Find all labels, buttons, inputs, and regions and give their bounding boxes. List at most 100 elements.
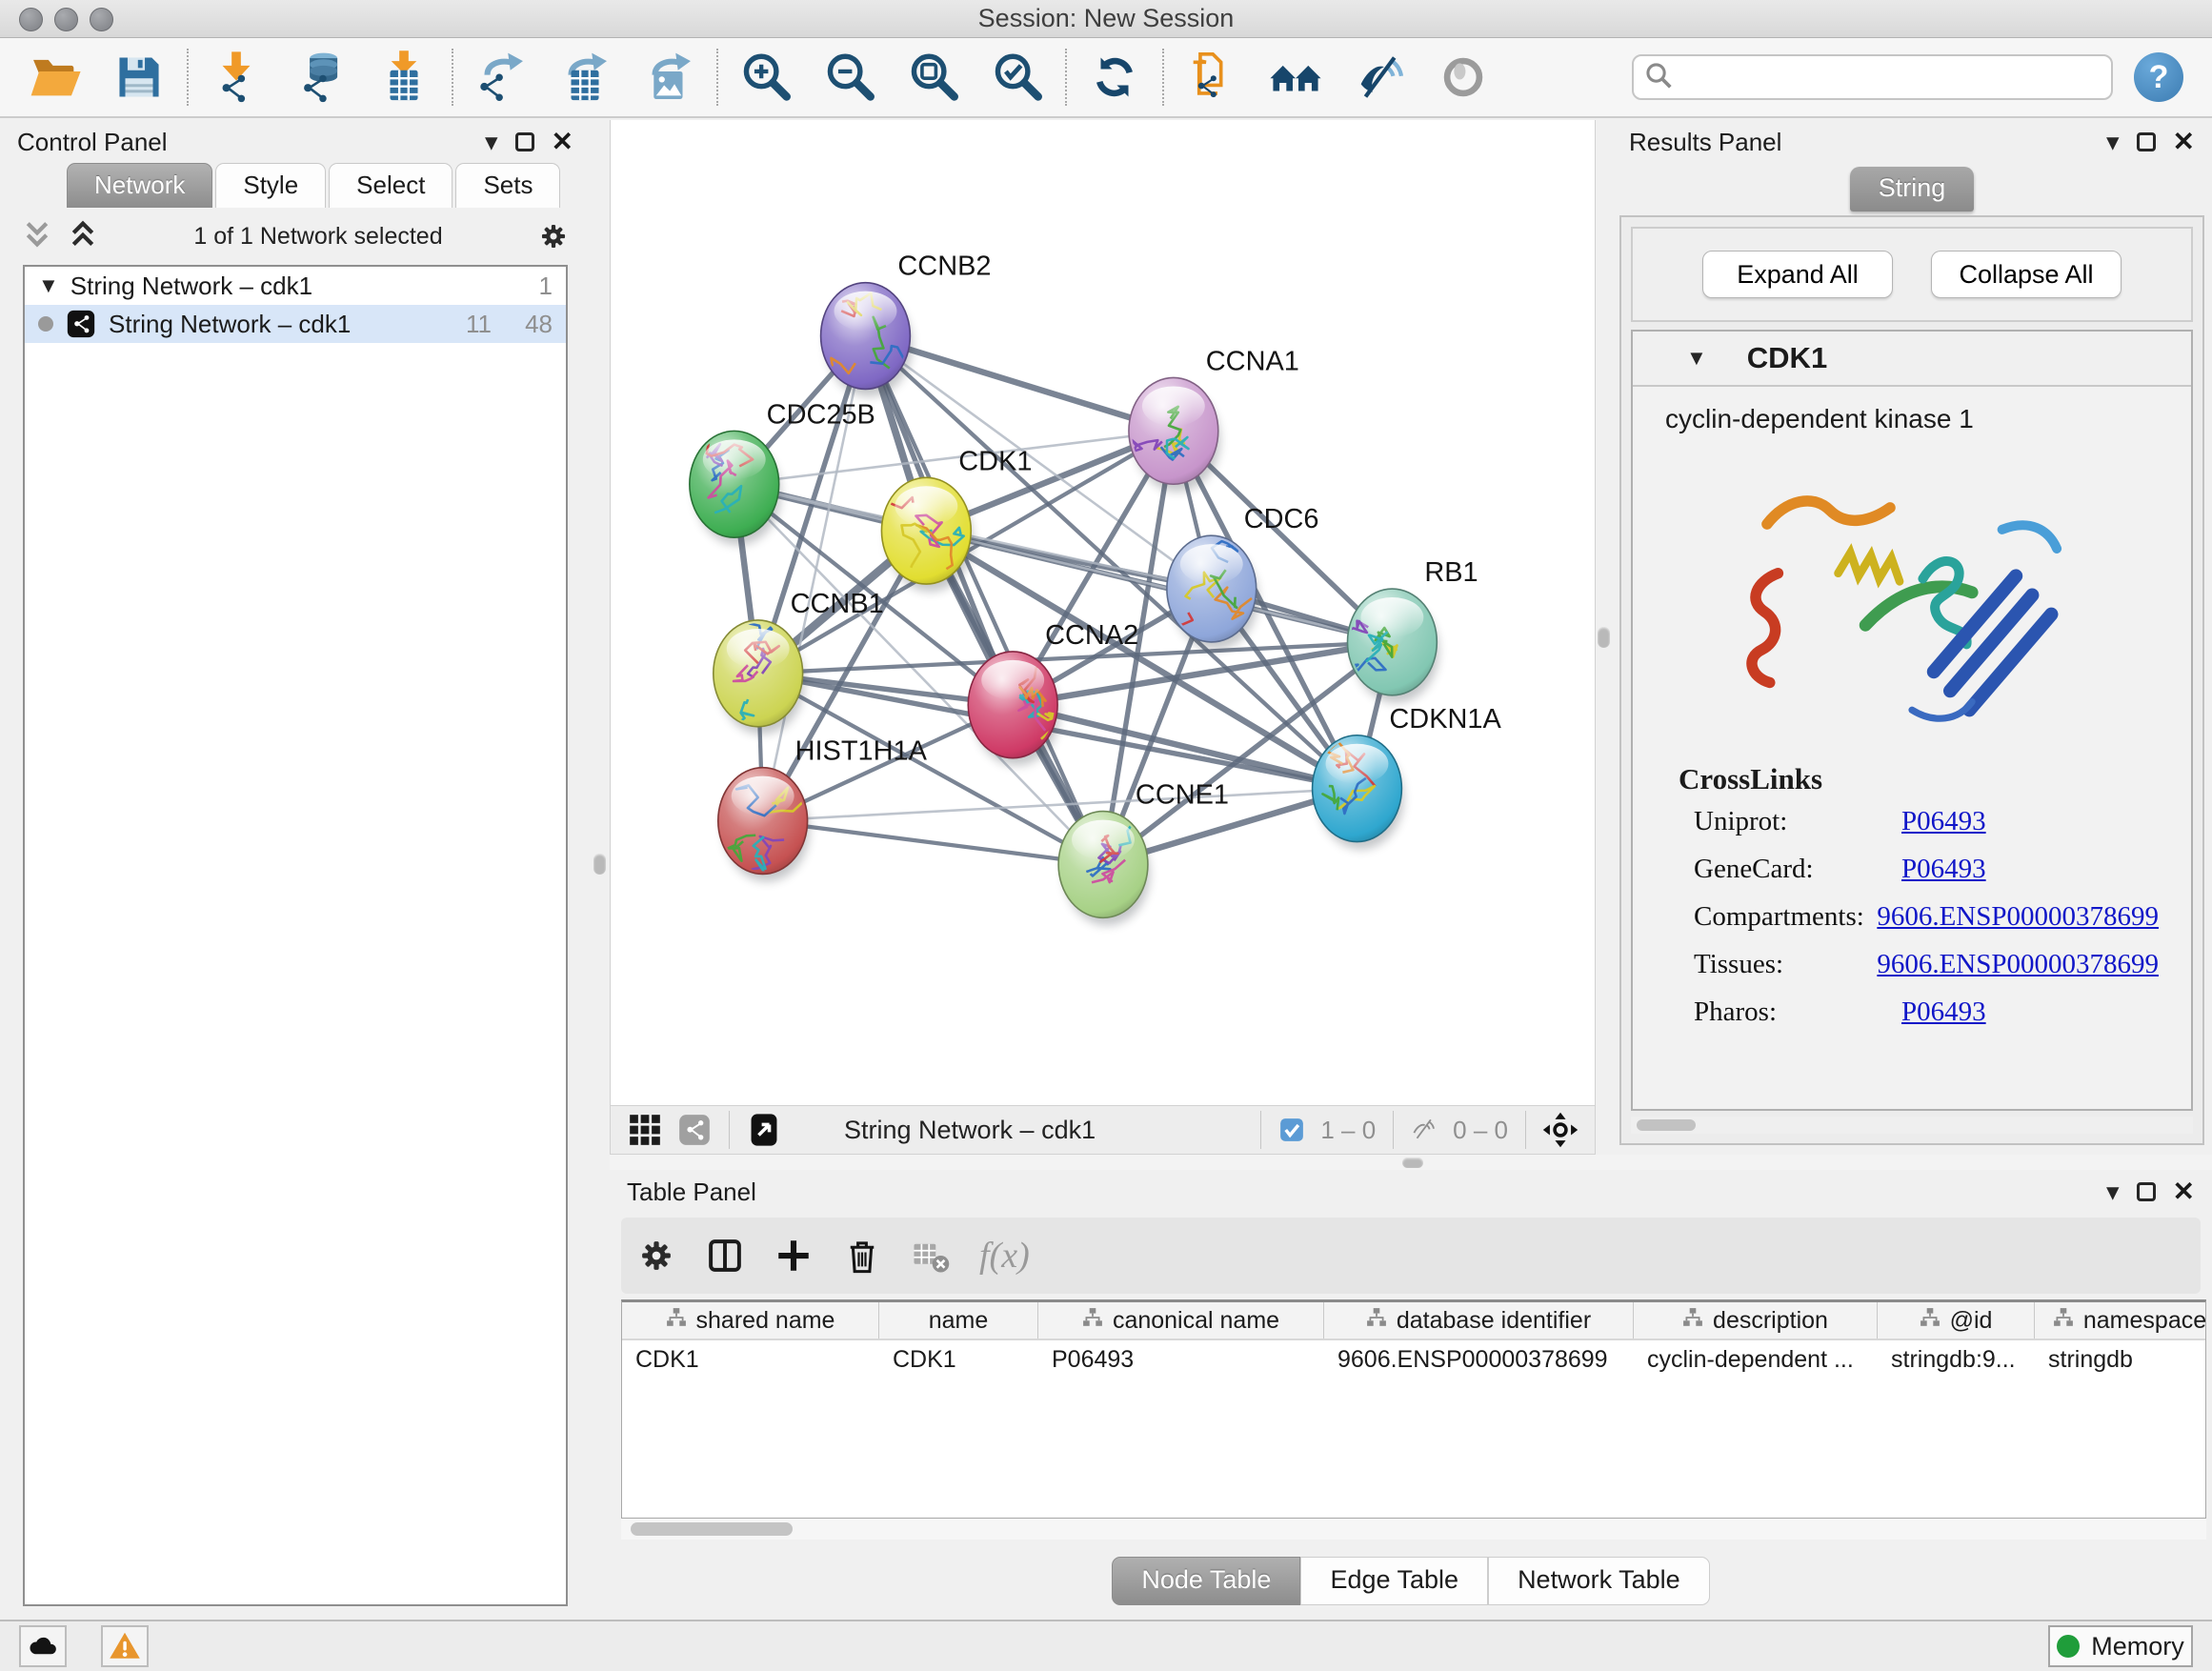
delete-column-icon[interactable]: [842, 1236, 882, 1276]
search-input[interactable]: [1674, 58, 2101, 96]
grid-view-icon[interactable]: [627, 1112, 663, 1148]
tab-network-table[interactable]: Network Table: [1488, 1557, 1710, 1605]
left-splitter[interactable]: [591, 120, 610, 1620]
column-label: @id: [1950, 1307, 1993, 1335]
expand-all-networks-icon[interactable]: [67, 220, 99, 252]
network-options-gear-icon[interactable]: [537, 220, 570, 252]
crosslink-link[interactable]: 9606.ENSP00000378699: [1877, 901, 2159, 933]
expand-all-button[interactable]: Expand All: [1702, 251, 1893, 298]
node-table[interactable]: shared namenamecanonical namedatabase id…: [621, 1299, 2206, 1519]
cloud-status-button[interactable]: [19, 1625, 67, 1667]
title-bar[interactable]: Session: New Session: [0, 0, 2212, 38]
home-button[interactable]: [1254, 44, 1337, 111]
export-table-button[interactable]: [543, 44, 627, 111]
close-window-button[interactable]: [19, 8, 43, 31]
import-network-database-button[interactable]: [278, 44, 362, 111]
show-hidden-button[interactable]: [1421, 44, 1505, 111]
table-row[interactable]: CDK1CDK1P064939606.ENSP00000378699cyclin…: [622, 1340, 2205, 1379]
entry-collapse-icon[interactable]: ▼: [1686, 348, 1707, 369]
panel-close-icon[interactable]: ✕: [2173, 1178, 2195, 1205]
network-overview-icon[interactable]: [676, 1112, 713, 1148]
bottom-splitter[interactable]: [610, 1155, 2212, 1170]
results-scrollbar-handle[interactable]: [1637, 1119, 1696, 1131]
panel-close-icon[interactable]: ✕: [552, 129, 573, 155]
network-row[interactable]: String Network – cdk1 11 48: [25, 305, 566, 343]
warnings-button[interactable]: [101, 1625, 149, 1667]
network-node-CCNE1[interactable]: CCNE1: [1058, 780, 1229, 926]
crosslink-link[interactable]: P06493: [1901, 997, 1986, 1028]
collapse-all-networks-icon[interactable]: [21, 220, 53, 252]
network-node-CCNB1[interactable]: CCNB1: [714, 589, 884, 735]
tab-edge-table[interactable]: Edge Table: [1300, 1557, 1488, 1605]
table-scrollbar-handle[interactable]: [631, 1522, 793, 1536]
panel-menu-icon[interactable]: ▾: [2106, 1179, 2120, 1205]
zoom-in-button[interactable]: [724, 44, 808, 111]
column-header-description[interactable]: description: [1634, 1302, 1878, 1339]
collapse-all-button[interactable]: Collapse All: [1931, 251, 2122, 298]
maximize-window-button[interactable]: [90, 8, 113, 31]
crosslink-link[interactable]: 9606.ENSP00000378699: [1877, 949, 2159, 980]
panel-menu-icon[interactable]: ▾: [485, 130, 498, 155]
zoom-selected-button[interactable]: [975, 44, 1059, 111]
splitter-handle[interactable]: [1402, 1158, 1423, 1168]
zoom-fit-button[interactable]: [892, 44, 975, 111]
selected-checkbox-icon[interactable]: [1277, 1116, 1306, 1144]
help-button[interactable]: ?: [2134, 52, 2183, 102]
tab-network[interactable]: Network: [67, 163, 212, 208]
add-column-icon[interactable]: [774, 1236, 814, 1276]
panel-menu-icon[interactable]: ▾: [2106, 130, 2120, 155]
network-node-CDC6[interactable]: CDC6: [1158, 504, 1318, 650]
network-label: String Network – cdk1: [109, 310, 351, 339]
fit-selected-icon[interactable]: [1542, 1112, 1579, 1148]
column-header-canonical-name[interactable]: canonical name: [1038, 1302, 1324, 1339]
column-header--id[interactable]: @id: [1878, 1302, 2035, 1339]
right-splitter[interactable]: [1596, 120, 1612, 1155]
splitter-handle[interactable]: [593, 854, 606, 875]
tab-select[interactable]: Select: [329, 163, 452, 208]
results-scrollbar-track[interactable]: [1631, 1117, 2193, 1134]
network-collection-row[interactable]: ▼ String Network – cdk1 1: [25, 267, 566, 305]
gene-entry-header[interactable]: ▼ CDK1: [1633, 332, 2191, 387]
column-header-namespace[interactable]: namespace: [2035, 1302, 2206, 1339]
network-node-RB1[interactable]: RB1: [1346, 557, 1478, 703]
table-options-gear-icon[interactable]: [636, 1236, 676, 1276]
node-count: 11: [442, 310, 492, 339]
tab-node-table[interactable]: Node Table: [1112, 1557, 1300, 1605]
collection-count: 1: [539, 272, 553, 301]
tab-string[interactable]: String: [1850, 167, 1975, 211]
table-scrollbar-track[interactable]: [621, 1519, 2206, 1540]
tab-sets[interactable]: Sets: [455, 163, 560, 208]
tab-style[interactable]: Style: [215, 163, 326, 208]
panel-float-icon[interactable]: [2137, 1182, 2156, 1201]
splitter-handle[interactable]: [1598, 627, 1610, 648]
minimize-window-button[interactable]: [54, 8, 78, 31]
panel-float-icon[interactable]: [2137, 132, 2156, 151]
zoom-out-button[interactable]: [808, 44, 892, 111]
export-network-button[interactable]: [459, 44, 543, 111]
column-header-database-identifier[interactable]: database identifier: [1324, 1302, 1634, 1339]
panel-float-icon[interactable]: [515, 132, 534, 151]
column-header-shared-name[interactable]: shared name: [622, 1302, 879, 1339]
share-session-button[interactable]: [1170, 44, 1254, 111]
open-session-button[interactable]: [13, 44, 97, 111]
save-session-button[interactable]: [97, 44, 181, 111]
network-node-CCNB2[interactable]: CCNB2: [821, 252, 992, 403]
table-cell: CDK1: [879, 1340, 1038, 1379]
birdseye-view-icon[interactable]: [746, 1112, 782, 1148]
refresh-view-button[interactable]: [1073, 44, 1156, 111]
network-canvas[interactable]: CCNB2CCNA1CDC25BCDK1CDC6RB1CCNB1CCNA2CDK…: [610, 120, 1596, 1105]
network-node-CDKN1A[interactable]: CDKN1A: [1313, 704, 1502, 850]
import-table-button[interactable]: [362, 44, 446, 111]
import-network-button[interactable]: [194, 44, 278, 111]
panel-close-icon[interactable]: ✕: [2173, 129, 2195, 155]
crosslink-link[interactable]: P06493: [1901, 854, 1986, 885]
show-columns-icon[interactable]: [705, 1236, 745, 1276]
network-graph[interactable]: CCNB2CCNA1CDC25BCDK1CDC6RB1CCNB1CCNA2CDK…: [611, 120, 1595, 1105]
export-image-button[interactable]: [627, 44, 711, 111]
crosslink-link[interactable]: P06493: [1901, 806, 1986, 837]
hide-selected-button[interactable]: [1337, 44, 1421, 111]
memory-button[interactable]: Memory: [2048, 1625, 2193, 1667]
network-node-HIST1H1A[interactable]: HIST1H1A: [718, 736, 928, 882]
collection-collapse-icon[interactable]: ▼: [38, 275, 59, 296]
column-header-name[interactable]: name: [879, 1302, 1038, 1339]
